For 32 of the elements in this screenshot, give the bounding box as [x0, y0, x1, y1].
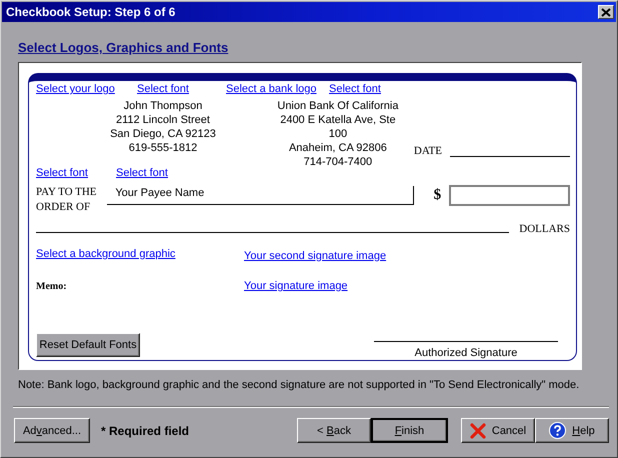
section-heading-link[interactable]: Select Logos, Graphics and Fonts: [18, 40, 228, 55]
background-graphic-link[interactable]: Select a background graphic: [36, 248, 244, 262]
help-button[interactable]: Help: [535, 418, 609, 443]
payee-label: PAY TO THE ORDER OF: [36, 185, 98, 215]
select-font-link[interactable]: Select font: [116, 167, 168, 179]
help-icon: [549, 422, 566, 439]
wizard-button[interactable]: < Back: [297, 418, 371, 443]
select-font-link[interactable]: Select font: [329, 83, 381, 95]
payee-field[interactable]: Your Payee Name: [107, 186, 414, 205]
x-icon: [470, 422, 486, 438]
close-button[interactable]: [598, 5, 614, 19]
wizard-button[interactable]: Finish: [371, 418, 448, 443]
select-font-link[interactable]: Select font: [36, 167, 116, 179]
bank-address: Union Bank Of California 2400 E Katella Ave, Ste 100 Anaheim, CA 92806 714-704-7400: [276, 99, 400, 169]
required-field-note: * Required field: [101, 424, 190, 438]
select-bank-logo-link[interactable]: Select a bank logo: [226, 83, 329, 95]
select-logo-link[interactable]: Select your logo: [36, 83, 137, 95]
signature-label: Authorized Signature: [414, 347, 518, 359]
amount-field[interactable]: [449, 185, 570, 206]
select-font-link[interactable]: Select font: [137, 83, 226, 95]
signature-image-link[interactable]: Your signature image: [244, 280, 348, 292]
cancel-button[interactable]: Cancel: [461, 418, 535, 443]
memo-label: Memo:: [36, 280, 68, 292]
advanced-button[interactable]: Advanced...: [14, 418, 90, 443]
second-signature-link[interactable]: Your second signature image: [244, 250, 386, 262]
reset-fonts-button[interactable]: Reset Default Fonts: [36, 333, 140, 357]
owner-address: John Thompson 2112 Lincoln Street San Diego, CA 92123 619-555-1812: [109, 99, 217, 156]
date-label: DATE: [414, 145, 442, 157]
dollars-label: DOLLARS: [519, 223, 570, 235]
note-text: Note: Bank logo, background graphic and the second signature are not supported in "To Send Electronically" mode.: [18, 379, 580, 391]
window-title: Checkbook Setup: Step 6 of 6: [6, 5, 176, 19]
dollar-sign: $: [434, 187, 442, 204]
